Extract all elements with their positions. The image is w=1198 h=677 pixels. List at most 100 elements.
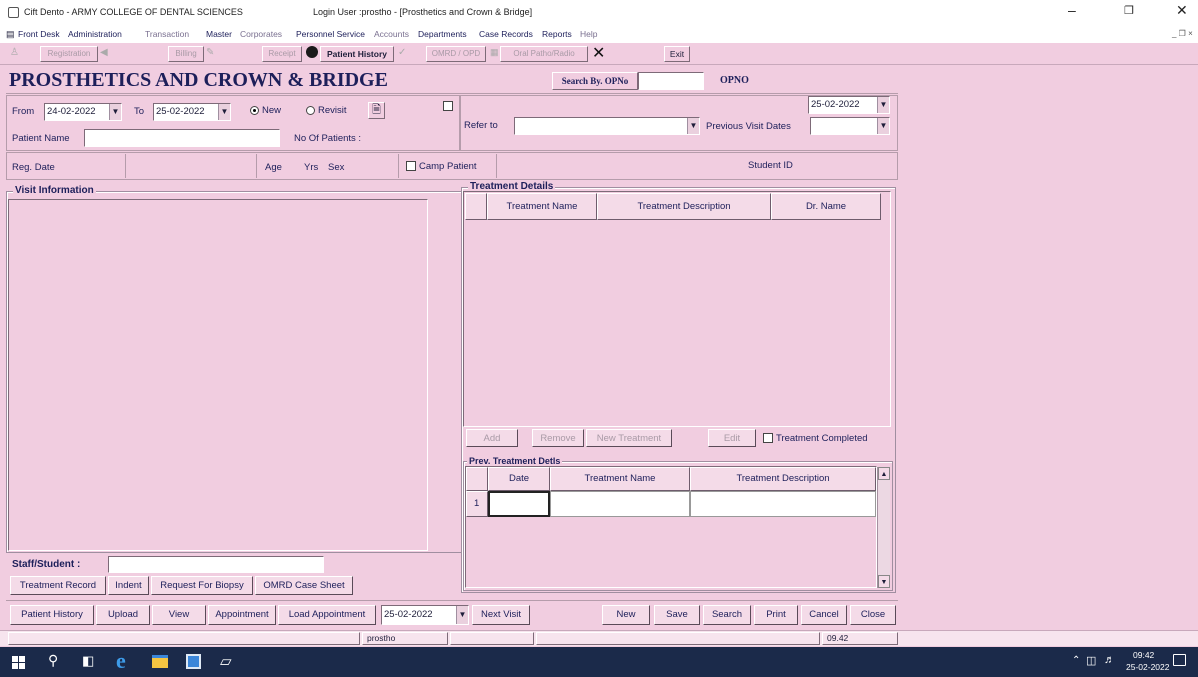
menu-reports[interactable]: Reports [542,29,572,39]
treatment-name-header[interactable]: Treatment Name [487,193,597,220]
indent-button[interactable]: Indent [108,576,149,595]
new-button[interactable]: New [602,605,650,625]
maximize-icon[interactable]: ❐ [1124,4,1134,17]
task-view-icon[interactable]: ◧ [82,653,94,669]
patient-history-button[interactable]: Patient History [10,605,94,625]
window-title: Cift Dento - ARMY COLLEGE OF DENTAL SCIE… [24,7,243,17]
scroll-up-icon[interactable]: ▲ [878,467,890,480]
view-button[interactable]: View [152,605,206,625]
volume-icon[interactable]: ♬ [1104,654,1115,666]
save-button[interactable]: Save [654,605,700,625]
notification-icon[interactable] [1173,654,1186,666]
camp-patient-checkbox[interactable]: Camp Patient [406,161,477,172]
app-icon [8,7,19,18]
status-bar: prostho 09.42 [0,630,1198,646]
add-treatment-button[interactable]: Add [466,429,518,447]
scroll-down-icon[interactable]: ▼ [878,575,890,588]
checkbox-icon [406,161,416,172]
remove-treatment-button[interactable]: Remove [532,429,584,447]
load-appointment-button[interactable]: Load Appointment [278,605,376,625]
prev-grid-row-header [466,467,488,491]
next-visit-button[interactable]: Next Visit [472,605,530,625]
prev-treatment-name-cell[interactable] [550,491,690,517]
oral-patho-button[interactable]: Oral Patho/Radio [500,46,588,62]
header-checkbox[interactable] [443,101,453,111]
billing-button[interactable]: Billing [168,46,204,62]
search-button[interactable]: Search [703,605,751,625]
prev-grid-scrollbar[interactable]: ▲ ▼ [877,467,890,588]
menu-accounts[interactable]: Accounts [374,29,409,39]
appointment-button[interactable]: Appointment [208,605,276,625]
prev-treatment-description-cell[interactable] [690,491,876,517]
chevron-down-icon: ▼ [218,104,230,120]
file-explorer-icon[interactable] [152,655,168,668]
edit-treatment-button[interactable]: Edit [708,429,756,447]
store-icon[interactable] [186,654,201,669]
tooth-app-icon[interactable]: ▱ [220,652,232,670]
treatment-record-button[interactable]: Treatment Record [10,576,106,595]
menu-administration[interactable]: Administration [68,29,122,39]
menu-help[interactable]: Help [580,29,597,39]
patient-history-icon [306,46,318,58]
tray-chevron-icon[interactable]: ⌃ [1072,655,1080,666]
minimize-icon[interactable]: – [1068,2,1076,18]
treatment-completed-checkbox[interactable]: Treatment Completed [763,433,868,444]
from-date-picker[interactable]: 24-02-2022 ▼ [44,103,122,121]
new-radio[interactable]: New [250,105,281,116]
opno-label: OPNO [720,75,749,86]
menu-transaction[interactable]: Transaction [145,29,189,39]
divider [125,154,126,178]
upload-button[interactable]: Upload [96,605,150,625]
prev-treatment-description-header[interactable]: Treatment Description [690,467,876,491]
refer-to-label: Refer to [464,120,498,131]
mdi-restore-icon[interactable]: _ ❐ × [1172,29,1193,38]
close-window-icon[interactable]: ✕ [1176,2,1188,19]
visit-date-picker[interactable]: 25-02-2022 ▼ [808,96,890,114]
age-label: Age [265,162,282,173]
treatment-description-header[interactable]: Treatment Description [597,193,771,220]
treatment-grid[interactable] [463,191,891,427]
close-button[interactable]: Close [850,605,896,625]
menu-personnel-service[interactable]: Personnel Service [296,29,365,39]
opno-search-input[interactable] [638,72,704,90]
prev-treatment-name-header[interactable]: Treatment Name [550,467,690,491]
exit-icon[interactable]: ✕ [592,43,605,63]
search-by-label: Search By. OPNo [552,72,638,90]
yrs-label: Yrs [304,162,319,173]
menu-corporates[interactable]: Corporates [240,29,282,39]
menu-master[interactable]: Master [206,29,232,39]
search-icon[interactable]: ⚲ [48,652,58,669]
patient-history-toolbar-button[interactable]: Patient History [320,46,394,62]
cancel-button[interactable]: Cancel [801,605,847,625]
menu-front-desk[interactable]: Front Desk [18,29,60,39]
omrd-case-sheet-button[interactable]: OMRD Case Sheet [255,576,353,595]
print-button[interactable]: Print [754,605,798,625]
registration-button[interactable]: Registration [40,46,98,62]
registration-arrow-icon: ◀ [100,47,108,58]
revisit-radio[interactable]: Revisit [306,105,347,116]
receipt-button[interactable]: Receipt [262,46,302,62]
omrd-button[interactable]: OMRD / OPD [426,46,486,62]
request-for-biopsy-button[interactable]: Request For Biopsy [151,576,253,595]
date-header[interactable]: Date [488,467,550,491]
previous-visit-dates-select[interactable]: ▼ [810,117,890,135]
document-icon[interactable]: 🗎 [368,102,385,119]
edge-icon[interactable]: e [116,648,126,674]
to-date-picker[interactable]: 25-02-2022 ▼ [153,103,231,121]
refer-to-select[interactable]: ▼ [514,117,700,135]
exit-button[interactable]: Exit [664,46,690,62]
clock-date[interactable]: 25-02-2022 [1126,662,1169,672]
windows-start-icon[interactable] [12,656,25,669]
appointment-date-picker[interactable]: 25-02-2022 ▼ [381,605,469,625]
staff-student-input[interactable] [108,556,324,573]
prev-date-cell[interactable] [488,491,550,517]
network-icon[interactable]: ◫ [1086,654,1096,667]
visit-information-panel[interactable] [8,199,428,551]
menu-departments[interactable]: Departments [418,29,467,39]
radio-icon [306,105,315,115]
new-treatment-button[interactable]: New Treatment [586,429,672,447]
dr-name-header[interactable]: Dr. Name [771,193,881,220]
patient-name-input[interactable] [84,129,280,147]
menu-case-records[interactable]: Case Records [479,29,533,39]
clock-time[interactable]: 09:42 [1133,650,1154,660]
